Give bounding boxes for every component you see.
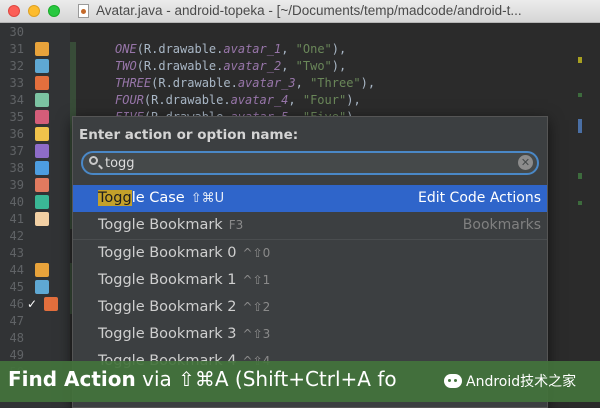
line-number: 42 <box>9 229 24 243</box>
line-number: 33 <box>9 76 24 90</box>
action-label: Toggle Bookmark 1 <box>98 272 237 288</box>
banner-title: Find Action <box>8 367 136 391</box>
watermark-text: Android技术之家 <box>466 374 577 390</box>
breakpoint-check-icon[interactable]: ✓ <box>27 297 37 311</box>
scrollbar-marker[interactable] <box>578 119 582 133</box>
line-number: 31 <box>9 42 24 56</box>
line-number: 46 <box>9 297 24 311</box>
watermark: Android技术之家 <box>444 371 576 391</box>
shortcut-hint: ^⇧0 <box>242 246 271 260</box>
line-number: 34 <box>9 93 24 107</box>
wechat-logo-icon <box>444 374 462 388</box>
scrollbar-marker[interactable] <box>578 93 582 97</box>
action-name: Toggle Bookmark 2 ^⇧2 <box>98 294 270 321</box>
line-number: 30 <box>9 25 24 39</box>
action-label: le Case <box>131 190 185 206</box>
shortcut-hint: ^⇧2 <box>242 300 271 314</box>
avatar-icon <box>35 76 49 90</box>
clear-icon[interactable]: ✕ <box>518 155 533 170</box>
shortcut-hint: ^⇧3 <box>242 327 271 341</box>
action-results-list: Toggle Case ⇧⌘U Edit Code Actions Toggle Bo… <box>73 185 547 375</box>
window-title: Avatar.java - android-topeka - [~/Docume… <box>96 3 522 18</box>
avatar-icon <box>35 161 49 175</box>
scrollbar-marker[interactable] <box>578 57 582 63</box>
action-name: Toggle Bookmark 3 ^⇧3 <box>98 321 270 348</box>
avatar-icon <box>35 195 49 209</box>
action-result-item[interactable]: Toggle Bookmark 0 ^⇧0 <box>73 239 547 267</box>
action-label: Toggle Bookmark 3 <box>98 326 237 342</box>
match-highlight: Togg <box>98 190 132 206</box>
close-window-button[interactable] <box>8 5 20 17</box>
action-result-item[interactable]: Toggle Bookmark 1 ^⇧1 <box>73 267 547 294</box>
line-number: 38 <box>9 161 24 175</box>
line-number: 37 <box>9 144 24 158</box>
avatar-icon <box>35 212 49 226</box>
avatar-icon <box>35 59 49 73</box>
search-input[interactable] <box>105 154 515 172</box>
action-result-item[interactable]: Toggle Bookmark 3 ^⇧3 <box>73 321 547 348</box>
action-result-item[interactable]: Toggle Bookmark 2 ^⇧2 <box>73 294 547 321</box>
minimize-window-button[interactable] <box>28 5 40 17</box>
line-number: 36 <box>9 127 24 141</box>
line-number: 35 <box>9 110 24 124</box>
action-group-label: Edit Code Actions <box>418 190 541 206</box>
action-name: Toggle Bookmark 1 ^⇧1 <box>98 267 270 294</box>
action-result-item[interactable]: Toggle Bookmark F3 Bookmarks <box>73 212 547 239</box>
line-number: 47 <box>9 314 24 328</box>
code-line: TWO(R.drawable.avatar_2, "Two"), <box>115 59 347 73</box>
action-group-label: Bookmarks <box>462 217 541 233</box>
line-number: 45 <box>9 280 24 294</box>
window-titlebar: Avatar.java - android-topeka - [~/Docume… <box>0 0 600 23</box>
avatar-icon <box>44 297 58 311</box>
maximize-window-button[interactable] <box>48 5 60 17</box>
avatar-icon <box>35 144 49 158</box>
action-label: Toggle Bookmark 2 <box>98 299 237 315</box>
tip-banner: Find Action via ⇧⌘A (Shift+Ctrl+A fo And… <box>0 361 600 402</box>
banner-text: Find Action via ⇧⌘A (Shift+Ctrl+A fo <box>8 367 397 391</box>
line-number: 48 <box>9 331 24 345</box>
action-label: Toggle Bookmark <box>98 217 223 233</box>
shortcut-hint: ⇧⌘U <box>190 191 225 206</box>
code-line: FOUR(R.drawable.avatar_4, "Four"), <box>115 93 361 107</box>
avatar-icon <box>35 42 49 56</box>
avatar-icon <box>35 127 49 141</box>
shortcut-hint: ^⇧1 <box>242 273 271 287</box>
code-line: ONE(R.drawable.avatar_1, "One"), <box>115 42 347 56</box>
scrollbar-marker[interactable] <box>578 201 582 205</box>
search-field[interactable]: ✕ <box>81 151 539 175</box>
code-line: THREE(R.drawable.avatar_3, "Three"), <box>115 76 376 90</box>
line-number: 32 <box>9 59 24 73</box>
action-name: Toggle Bookmark F3 <box>98 212 243 239</box>
action-name: Toggle Case ⇧⌘U <box>98 185 224 212</box>
line-number: 41 <box>9 212 24 226</box>
scrollbar-marker[interactable] <box>578 173 582 179</box>
line-number: 39 <box>9 178 24 192</box>
line-number: 40 <box>9 195 24 209</box>
avatar-icon <box>35 263 49 277</box>
editor-gutter: 30 31 32 33 34 35 36 37 38 39 40 41 42 43 44 45 46 47 48 49… <box>0 23 70 408</box>
banner-shortcut-text: via ⇧⌘A (Shift+Ctrl+A fo <box>135 367 397 391</box>
action-result-item[interactable]: Toggle Case ⇧⌘U Edit Code Actions <box>73 185 547 212</box>
popup-header: Enter action or option name: <box>79 127 299 143</box>
line-number: 44 <box>9 263 24 277</box>
action-label: Toggle Bookmark 0 <box>98 245 237 261</box>
action-name: Toggle Bookmark 0 ^⇧0 <box>98 240 270 267</box>
avatar-icon <box>35 110 49 124</box>
shortcut-hint: F3 <box>228 218 244 232</box>
avatar-icon <box>35 93 49 107</box>
line-number: 49 <box>9 348 24 362</box>
avatar-icon <box>35 280 49 294</box>
java-file-icon <box>78 4 89 18</box>
line-number: 43 <box>9 246 24 260</box>
avatar-icon <box>35 178 49 192</box>
search-icon <box>89 156 98 165</box>
